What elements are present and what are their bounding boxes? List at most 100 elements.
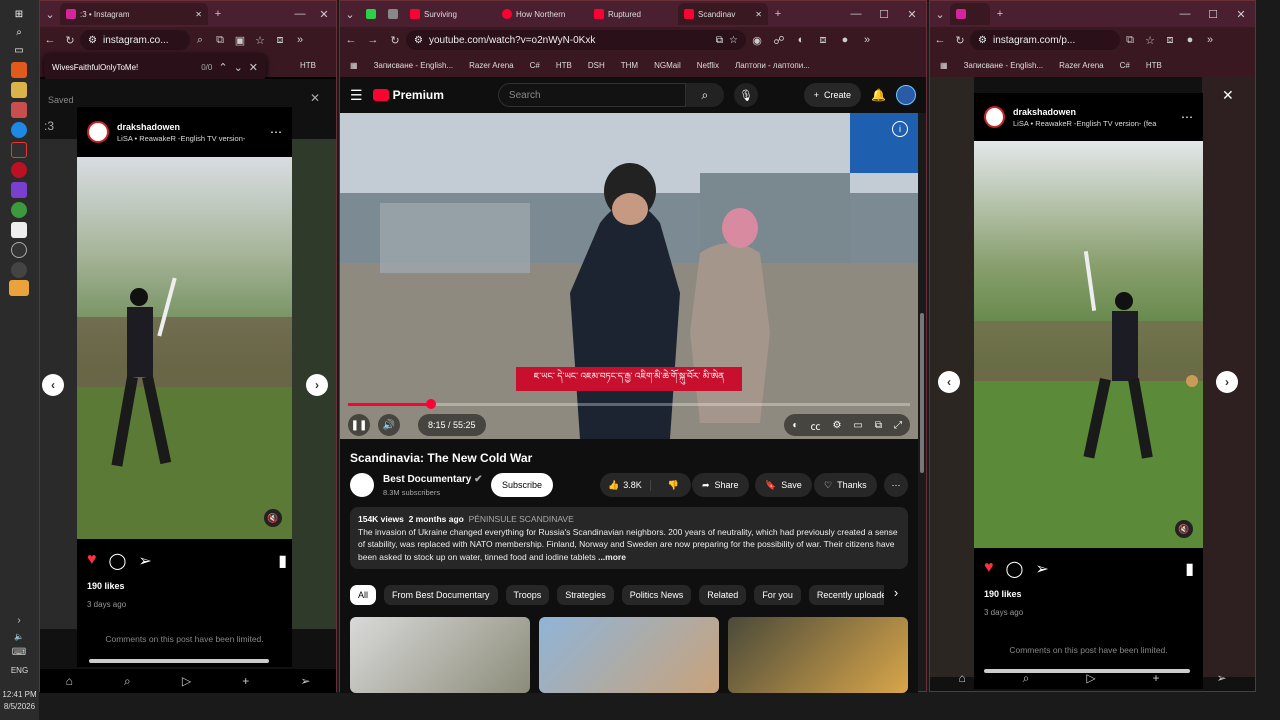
share-icon[interactable]: ⧉ [1120, 34, 1140, 47]
avatar[interactable] [87, 121, 109, 143]
bookmark-item[interactable]: Записване - English... [374, 61, 454, 70]
info-icon[interactable]: i [892, 121, 908, 137]
url-field[interactable]: ⚙ youtube.com/watch?v=o2nWyN-0Kxk ⧉ ☆ [406, 30, 746, 50]
messages-icon[interactable]: ➢ [1216, 671, 1226, 685]
star-icon[interactable]: ☆ [729, 35, 738, 46]
notifications-icon[interactable]: 🔔 [871, 88, 886, 102]
app-icon[interactable] [11, 242, 27, 258]
bookmark-item[interactable]: C# [1120, 61, 1130, 70]
autoplay-toggle-icon[interactable]: ◐ [792, 420, 798, 431]
close-window-icon[interactable]: ✕ [312, 8, 336, 21]
extensions-icon[interactable]: ⧈ [1160, 34, 1180, 47]
pause-icon[interactable]: ❚❚ [348, 414, 370, 436]
tab-pinned[interactable] [382, 3, 404, 25]
tab-pinned[interactable] [360, 3, 382, 25]
task-view-icon[interactable]: ▭ [11, 42, 27, 58]
reels-icon[interactable]: ▷ [182, 674, 191, 688]
volume-icon[interactable]: 🔈 [11, 628, 27, 644]
star-icon[interactable]: ☆ [250, 34, 270, 47]
bookmark-item[interactable]: THM [621, 61, 638, 70]
close-icon[interactable]: ✕ [755, 10, 762, 19]
tab-youtube-1[interactable]: Surviving [404, 3, 496, 25]
tab-instagram[interactable]: :3 • Instagram ✕ [60, 3, 208, 25]
site-info-icon[interactable]: ⚙ [978, 35, 987, 46]
more-icon[interactable]: » [290, 34, 310, 46]
likes-count[interactable]: 190 likes [984, 589, 1022, 599]
close-window-icon[interactable]: ✕ [1227, 8, 1255, 21]
find-input[interactable]: WivesFaithfulOnlyToMe! [52, 63, 138, 72]
dislike-button[interactable]: 👎 [656, 480, 691, 491]
heart-icon[interactable]: ♥ [87, 551, 97, 571]
channel-name[interactable]: Best Documentary ✔ [383, 474, 483, 485]
bookmark-item[interactable]: Razer Arena [469, 61, 513, 70]
bookmark-icon[interactable]: ▮ [278, 551, 287, 571]
bookmark-icon[interactable]: ▮ [1185, 559, 1194, 579]
share-icon[interactable]: ⧉ [210, 34, 230, 47]
volume-icon[interactable]: 🔊 [378, 414, 400, 436]
fullscreen-icon[interactable]: ⤢ [894, 420, 902, 431]
reels-icon[interactable]: ▷ [1086, 671, 1095, 685]
close-icon[interactable]: ✕ [1222, 87, 1234, 104]
more-icon[interactable]: » [856, 34, 878, 46]
close-icon[interactable]: ✕ [195, 10, 202, 19]
progress-bar[interactable] [348, 399, 910, 409]
create-icon[interactable]: + [242, 674, 249, 688]
save-button[interactable]: 🔖 Save [755, 473, 812, 497]
create-button[interactable]: + Create [803, 83, 862, 107]
miniplayer-icon[interactable]: ▭ [853, 420, 862, 431]
chip-from-channel[interactable]: From Best Documentary [384, 585, 498, 605]
post-username[interactable]: drakshadowen [117, 122, 245, 132]
back-icon[interactable]: ← [930, 34, 950, 46]
search-icon[interactable]: ⌕ [11, 24, 27, 40]
video-thumbnail[interactable] [728, 617, 908, 693]
scrollbar-thumb[interactable] [920, 313, 924, 473]
more-icon[interactable]: » [1200, 34, 1220, 46]
app-icon[interactable] [11, 102, 27, 118]
tab-menu-icon[interactable]: ⌄ [40, 8, 60, 21]
clock-time[interactable]: 12:41 PM [0, 690, 39, 699]
app-icon[interactable] [11, 222, 27, 238]
chrome-icon[interactable] [11, 202, 27, 218]
share-button[interactable]: ➦ Share [692, 473, 749, 497]
maximize-icon[interactable]: ☐ [1199, 8, 1227, 21]
next-post-button[interactable]: › [1216, 371, 1238, 393]
menu-icon[interactable]: ☰ [350, 87, 363, 104]
captions-icon[interactable]: ㏄ [810, 418, 820, 433]
comment-icon[interactable]: ◯ [1006, 559, 1024, 579]
close-icon[interactable]: ✕ [310, 91, 320, 105]
search-icon[interactable]: ⌕ [1023, 671, 1030, 686]
apps-icon[interactable]: ▦ [350, 61, 358, 70]
chevron-up-icon[interactable]: › [11, 612, 27, 628]
chevron-down-icon[interactable]: ⌄ [234, 61, 243, 74]
search-input[interactable]: Search [497, 83, 686, 107]
voice-search-icon[interactable]: 🎙 [733, 83, 758, 107]
post-audio[interactable]: LiSA • ReawakeR -English TV version- [117, 134, 245, 143]
chip-strategies[interactable]: Strategies [557, 585, 614, 605]
avatar[interactable] [984, 106, 1005, 128]
star-icon[interactable]: ☆ [1140, 34, 1160, 47]
bookmark-item[interactable]: НТВ [300, 61, 316, 70]
opera-icon[interactable] [11, 162, 27, 178]
create-icon[interactable]: + [1153, 671, 1160, 685]
tab-youtube-active[interactable]: Scandinav ✕ [678, 3, 768, 25]
next-post-button[interactable]: › [306, 374, 328, 396]
post-username[interactable]: drakshadowen [1013, 107, 1173, 117]
bookmark-item[interactable]: Записване - English... [964, 61, 1044, 70]
channel-avatar[interactable] [350, 473, 374, 497]
video-player[interactable]: i ཇ་ཡང་ དེ་ཡང་ འཇམ་བཏང་ད་རྒྱ་ འཇིག་མི་ཆེ… [340, 113, 918, 439]
likes-count[interactable]: 190 likes [87, 581, 125, 591]
maximize-icon[interactable]: ☐ [870, 8, 898, 21]
home-icon[interactable]: ⌂ [958, 671, 965, 685]
chevron-right-icon[interactable]: › [884, 585, 908, 605]
site-info-icon[interactable]: ⚙ [88, 35, 97, 46]
comment-icon[interactable]: ◯ [109, 551, 127, 571]
previous-post-button[interactable]: ‹ [42, 374, 64, 396]
new-tab-icon[interactable]: + [208, 8, 228, 20]
tab-instagram[interactable] [950, 3, 990, 25]
site-info-icon[interactable]: ⚙ [414, 35, 423, 46]
like-button[interactable]: 👍 3.8K [600, 479, 651, 491]
subscribe-button[interactable]: Subscribe [491, 473, 554, 497]
edge-icon[interactable] [11, 122, 27, 138]
bookmark-item[interactable]: НТВ [1146, 61, 1162, 70]
bookmark-item[interactable]: НТВ [556, 61, 572, 70]
